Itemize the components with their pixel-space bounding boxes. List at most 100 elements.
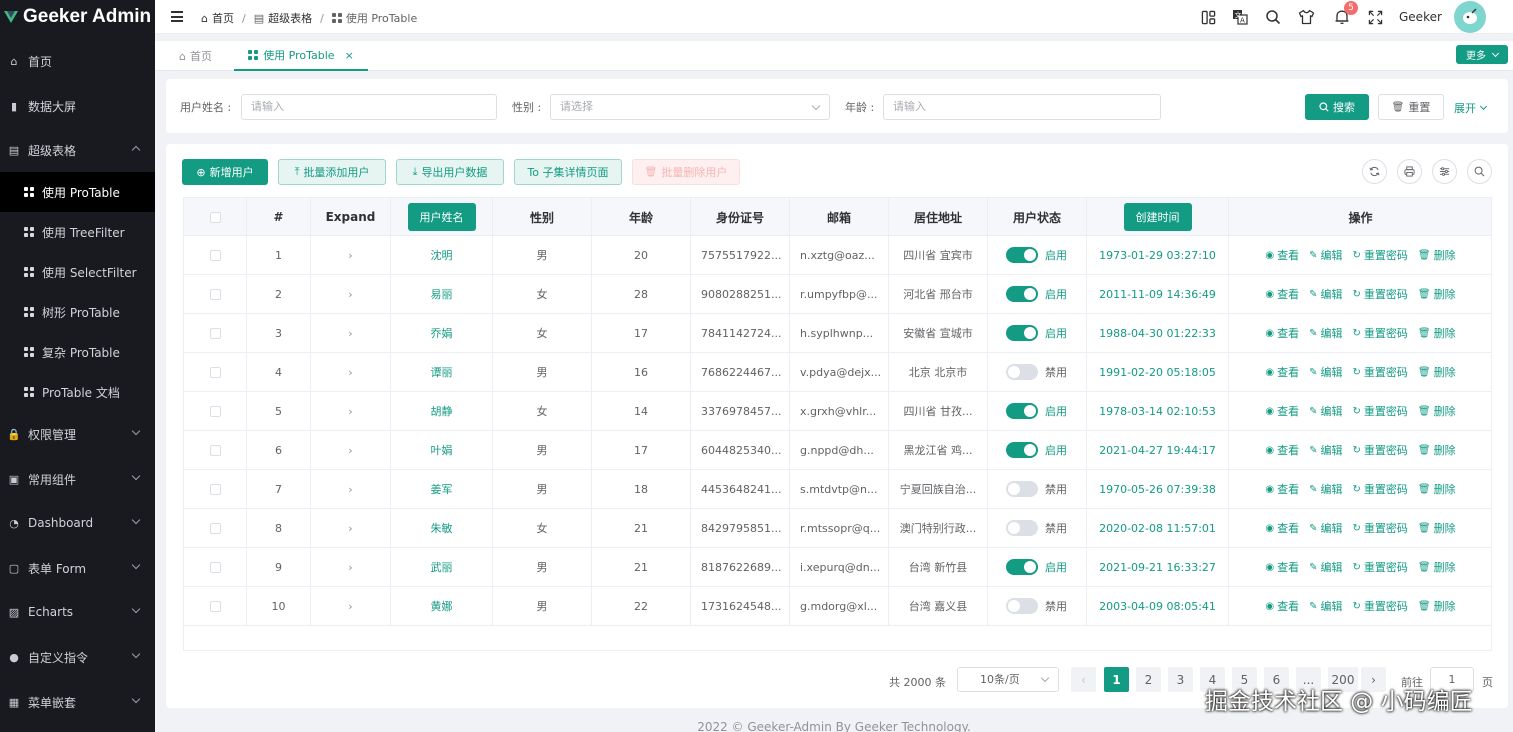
refresh-button[interactable] <box>1362 159 1387 184</box>
sidebar-item-0[interactable]: ⌂ 首页 <box>0 41 155 81</box>
sidebar-item-10[interactable]: ▣ 常用组件 <box>0 459 155 499</box>
sidebar-item-15[interactable]: ▦ 菜单嵌套 <box>0 682 155 722</box>
status-toggle-switch[interactable] <box>1006 598 1038 614</box>
column-settings-button[interactable] <box>1432 159 1457 184</box>
reset-password-button[interactable]: ↻ 重置密码 <box>1353 286 1408 302</box>
edit-button[interactable]: ✎ 编辑 <box>1309 286 1342 302</box>
edit-button[interactable]: ✎ 编辑 <box>1309 247 1342 263</box>
batch-delete-users-button[interactable]: 🗑 批量删除用户 <box>632 159 740 185</box>
sidebar-item-2[interactable]: ▤ 超级表格 <box>0 130 155 170</box>
prev-page-button[interactable]: ‹ <box>1071 667 1096 692</box>
reset-password-button[interactable]: ↻ 重置密码 <box>1353 247 1408 263</box>
expand-row-icon[interactable]: › <box>348 288 352 301</box>
edit-button[interactable]: ✎ 编辑 <box>1309 442 1342 458</box>
view-button[interactable]: ◉ 查看 <box>1265 403 1299 419</box>
breadcrumb-item-home[interactable]: 首页 <box>212 10 234 26</box>
tab-home[interactable]: ⌂ 首页 <box>179 41 212 71</box>
expand-row-icon[interactable]: › <box>348 366 352 379</box>
reset-password-button[interactable]: ↻ 重置密码 <box>1353 520 1408 536</box>
expand-row-icon[interactable]: › <box>348 327 352 340</box>
expand-row-icon[interactable]: › <box>348 249 352 262</box>
theme-shirt-icon[interactable] <box>1297 8 1315 26</box>
expand-row-icon[interactable]: › <box>348 600 352 613</box>
row-checkbox[interactable] <box>209 522 221 534</box>
breadcrumb-item-super-table[interactable]: 超级表格 <box>268 10 312 26</box>
view-button[interactable]: ◉ 查看 <box>1265 481 1299 497</box>
search-icon[interactable] <box>1264 8 1282 26</box>
sidebar-item-12[interactable]: ▢ 表单 Form <box>0 548 155 588</box>
to-detail-page-button[interactable]: To 子集详情页面 <box>514 159 622 185</box>
print-button[interactable] <box>1397 159 1422 184</box>
edit-button[interactable]: ✎ 编辑 <box>1309 598 1342 614</box>
page-button[interactable]: 3 <box>1168 667 1193 692</box>
username-column-tag[interactable]: 用户姓名 <box>407 203 476 231</box>
username[interactable]: Geeker <box>1399 10 1442 24</box>
page-size-select[interactable]: 10条/页 <box>957 667 1059 692</box>
status-toggle-switch[interactable] <box>1006 442 1038 458</box>
status-toggle-switch[interactable] <box>1006 286 1038 302</box>
expand-row-icon[interactable]: › <box>348 405 352 418</box>
reset-password-button[interactable]: ↻ 重置密码 <box>1353 325 1408 341</box>
tabs-more-button[interactable]: 更多 <box>1456 45 1508 64</box>
layout-icon[interactable] <box>1199 8 1217 26</box>
reset-password-button[interactable]: ↻ 重置密码 <box>1353 364 1408 380</box>
status-toggle-switch[interactable] <box>1006 559 1038 575</box>
row-checkbox[interactable] <box>209 288 221 300</box>
created-at-column-tag[interactable]: 创建时间 <box>1123 203 1192 231</box>
edit-button[interactable]: ✎ 编辑 <box>1309 325 1342 341</box>
edit-button[interactable]: ✎ 编辑 <box>1309 481 1342 497</box>
delete-button[interactable]: 🗑 删除 <box>1418 442 1456 458</box>
reset-password-button[interactable]: ↻ 重置密码 <box>1353 559 1408 575</box>
sidebar-item-13[interactable]: ▨ Echarts <box>0 592 155 632</box>
view-button[interactable]: ◉ 查看 <box>1265 442 1299 458</box>
logo[interactable]: Geeker Admin <box>0 0 155 34</box>
sidebar-item-7[interactable]: 复杂 ProTable <box>0 332 155 372</box>
expand-row-icon[interactable]: › <box>348 561 352 574</box>
status-toggle-switch[interactable] <box>1006 403 1038 419</box>
view-button[interactable]: ◉ 查看 <box>1265 325 1299 341</box>
age-search-input[interactable]: 请输入 <box>883 94 1161 120</box>
status-toggle-switch[interactable] <box>1006 247 1038 263</box>
view-button[interactable]: ◉ 查看 <box>1265 559 1299 575</box>
delete-button[interactable]: 🗑 删除 <box>1418 364 1456 380</box>
row-checkbox[interactable] <box>209 405 221 417</box>
expand-row-icon[interactable]: › <box>348 444 352 457</box>
edit-button[interactable]: ✎ 编辑 <box>1309 520 1342 536</box>
row-checkbox[interactable] <box>209 561 221 573</box>
tab-close-icon[interactable]: × <box>345 49 354 62</box>
collapse-menu-icon[interactable] <box>171 11 183 22</box>
row-checkbox[interactable] <box>209 600 221 612</box>
fullscreen-icon[interactable] <box>1366 8 1384 26</box>
language-icon[interactable]: 文A <box>1231 8 1249 26</box>
view-button[interactable]: ◉ 查看 <box>1265 598 1299 614</box>
delete-button[interactable]: 🗑 删除 <box>1418 325 1456 341</box>
reset-button[interactable]: 🗑 重置 <box>1378 94 1444 120</box>
user-avatar[interactable] <box>1454 1 1486 33</box>
batch-add-users-button[interactable]: ⤒ 批量添加用户 <box>278 159 386 185</box>
edit-button[interactable]: ✎ 编辑 <box>1309 559 1342 575</box>
row-checkbox[interactable] <box>209 483 221 495</box>
expand-row-icon[interactable]: › <box>348 483 352 496</box>
tab-protable[interactable]: 使用 ProTable × <box>234 41 368 71</box>
search-button[interactable]: 搜索 <box>1305 94 1369 120</box>
view-button[interactable]: ◉ 查看 <box>1265 364 1299 380</box>
add-user-button[interactable]: ⊕ 新增用户 <box>182 159 268 185</box>
sidebar-item-9[interactable]: 🔒 权限管理 <box>0 414 155 454</box>
username-search-input[interactable]: 请输入 <box>241 94 497 120</box>
status-toggle-switch[interactable] <box>1006 364 1038 380</box>
status-toggle-switch[interactable] <box>1006 520 1038 536</box>
reset-password-button[interactable]: ↻ 重置密码 <box>1353 481 1408 497</box>
reset-password-button[interactable]: ↻ 重置密码 <box>1353 403 1408 419</box>
sidebar-item-6[interactable]: 树形 ProTable <box>0 292 155 332</box>
page-button[interactable]: 2 <box>1136 667 1161 692</box>
sidebar-item-14[interactable]: ● 自定义指令 <box>0 637 155 677</box>
sidebar-item-8[interactable]: ProTable 文档 <box>0 372 155 412</box>
status-toggle-switch[interactable] <box>1006 325 1038 341</box>
export-users-button[interactable]: ⤓ 导出用户数据 <box>396 159 504 185</box>
delete-button[interactable]: 🗑 删除 <box>1418 481 1456 497</box>
view-button[interactable]: ◉ 查看 <box>1265 286 1299 302</box>
row-checkbox[interactable] <box>209 249 221 261</box>
select-all-checkbox[interactable] <box>209 211 221 223</box>
view-button[interactable]: ◉ 查看 <box>1265 247 1299 263</box>
delete-button[interactable]: 🗑 删除 <box>1418 247 1456 263</box>
